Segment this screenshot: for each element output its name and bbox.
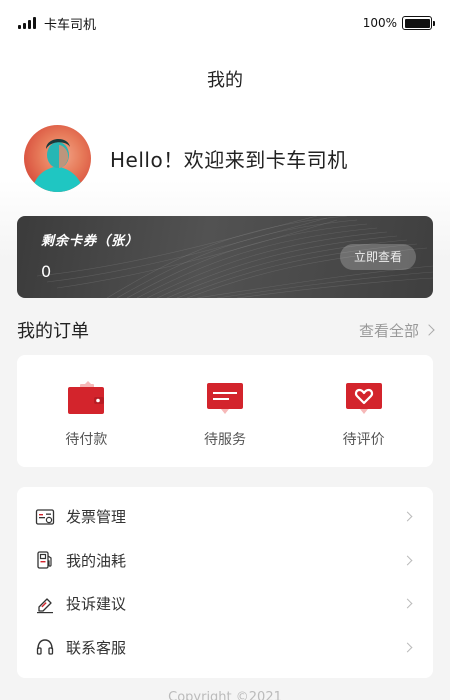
signal-icon [18, 17, 36, 29]
view-all-label: 查看全部 [358, 321, 419, 340]
wallet-icon [66, 379, 106, 419]
menu-item-label: 投诉建议 [66, 595, 127, 614]
profile-header[interactable]: Hello！欢迎来到卡车司机 [24, 125, 348, 192]
profile-page: 卡车司机 100% 我的 Hello！欢迎来到卡车司机 剩余卡券（张） 0 立即… [0, 0, 450, 700]
copyright-text: Copyright ©2021 [168, 690, 282, 700]
coupon-count: 0 [41, 262, 52, 281]
battery-icon [402, 16, 435, 30]
order-pending-payment[interactable]: 待付款 [17, 355, 156, 467]
menu-item-complaint[interactable]: 投诉建议 [17, 582, 433, 626]
battery-percent: 100% [362, 16, 397, 30]
chevron-right-icon [402, 598, 413, 609]
menu-item-label: 发票管理 [66, 508, 127, 527]
menu-list: 发票管理 我的油耗 投诉建议 联系客服 [17, 487, 433, 678]
view-all-orders-link[interactable]: 查看全部 [358, 320, 435, 341]
menu-item-fuel[interactable]: 我的油耗 [17, 539, 433, 583]
chevron-right-icon [402, 555, 413, 566]
orders-title: 我的订单 [17, 321, 89, 342]
menu-item-contact[interactable]: 联系客服 [17, 626, 433, 670]
invoice-icon [35, 509, 55, 525]
orders-header: 我的订单 查看全部 [17, 316, 435, 344]
carrier-name: 卡车司机 [44, 17, 97, 33]
headset-icon [36, 639, 54, 655]
greeting-text: Hello！欢迎来到卡车司机 [110, 148, 348, 172]
order-pending-review[interactable]: 待评价 [294, 355, 433, 467]
chevron-right-icon [402, 642, 413, 653]
coupon-title: 剩余卡券（张） [41, 234, 140, 249]
chevron-right-icon [423, 324, 435, 336]
order-pending-service-label: 待服务 [204, 432, 246, 448]
fuel-icon [37, 551, 52, 569]
orders-card: 待付款 待服务 待评价 [17, 355, 433, 467]
edit-icon [37, 598, 53, 613]
message-icon [205, 379, 245, 419]
order-pending-review-label: 待评价 [342, 432, 385, 448]
menu-item-label: 我的油耗 [66, 551, 127, 570]
menu-item-label: 联系客服 [66, 638, 127, 657]
status-left: 卡车司机 [18, 14, 96, 33]
status-bar: 卡车司机 100% [0, 0, 450, 46]
coupon-card[interactable]: 剩余卡券（张） 0 立即查看 [17, 216, 433, 298]
heart-message-icon [344, 379, 384, 419]
chevron-right-icon [402, 511, 413, 522]
page-title: 我的 [207, 70, 243, 91]
order-pending-payment-label: 待付款 [65, 432, 108, 448]
view-coupon-button[interactable]: 立即查看 [340, 244, 416, 270]
menu-item-invoice[interactable]: 发票管理 [17, 495, 433, 539]
avatar[interactable] [24, 125, 91, 192]
order-pending-service[interactable]: 待服务 [156, 355, 295, 467]
status-right: 100% [362, 16, 435, 30]
